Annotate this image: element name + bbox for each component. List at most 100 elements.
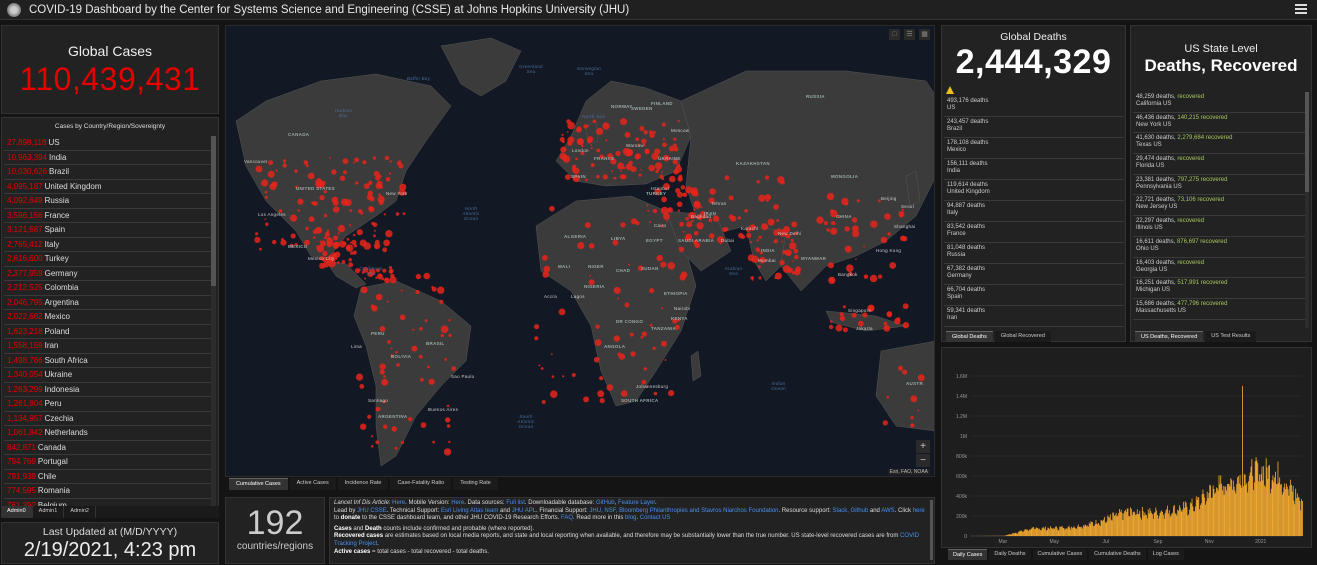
tab-case-fatality-ratio[interactable]: Case-Fatality Ratio xyxy=(390,478,452,490)
case-marker[interactable] xyxy=(336,261,340,264)
chart-bar[interactable] xyxy=(1098,522,1099,536)
case-marker[interactable] xyxy=(829,209,834,214)
case-marker[interactable] xyxy=(348,224,352,227)
case-marker[interactable] xyxy=(561,133,564,136)
chart-bar[interactable] xyxy=(1283,487,1285,536)
case-marker[interactable] xyxy=(862,312,868,318)
chart-bar[interactable] xyxy=(1279,477,1281,536)
country-list-item[interactable]: 1,134,957 Czechia xyxy=(4,412,212,426)
case-marker[interactable] xyxy=(337,224,346,233)
case-marker[interactable] xyxy=(828,324,834,330)
death-list-item[interactable]: 67,382 deaths Germany xyxy=(944,264,1124,285)
case-marker[interactable] xyxy=(342,158,349,165)
case-marker[interactable] xyxy=(620,118,627,126)
death-list-item[interactable]: 119,614 deaths United Kingdom xyxy=(944,180,1124,201)
us-state-item[interactable]: 22,721 deaths, 73,106 recovered New Jerse… xyxy=(1133,195,1305,217)
chart-bar[interactable] xyxy=(1062,528,1064,536)
tab-daily-cases[interactable]: Daily Cases xyxy=(948,549,988,560)
case-marker[interactable] xyxy=(691,219,694,223)
case-marker[interactable] xyxy=(613,286,621,294)
case-marker[interactable] xyxy=(375,440,380,445)
chart-bar[interactable] xyxy=(1066,528,1067,536)
case-marker[interactable] xyxy=(638,173,642,177)
case-marker[interactable] xyxy=(339,175,346,181)
country-list-item[interactable]: 4,092,649 Russia xyxy=(4,194,212,209)
case-marker[interactable] xyxy=(324,262,327,265)
case-marker[interactable] xyxy=(352,233,356,237)
case-marker[interactable] xyxy=(394,446,398,450)
us-state-item[interactable]: 22,297 deaths, recovered Illinois US xyxy=(1133,216,1305,237)
chart-bar[interactable] xyxy=(1296,498,1297,536)
chart-bar[interactable] xyxy=(1044,528,1045,536)
case-marker[interactable] xyxy=(794,254,799,260)
case-marker[interactable] xyxy=(333,235,339,241)
chart-bar[interactable] xyxy=(1243,474,1245,536)
chart-bar[interactable] xyxy=(1231,479,1233,536)
chart-bar[interactable] xyxy=(1043,527,1045,536)
case-marker[interactable] xyxy=(823,221,828,226)
case-marker[interactable] xyxy=(693,200,700,207)
chart-bar[interactable] xyxy=(1280,484,1281,536)
chart-bar[interactable] xyxy=(1048,528,1050,536)
chart-bar[interactable] xyxy=(1212,485,1214,536)
case-marker[interactable] xyxy=(560,146,567,153)
case-marker[interactable] xyxy=(678,246,685,252)
case-marker[interactable] xyxy=(351,239,357,246)
chart-bar[interactable] xyxy=(1260,474,1262,536)
chart-bar[interactable] xyxy=(1059,526,1061,536)
case-marker[interactable] xyxy=(680,185,686,190)
case-marker[interactable] xyxy=(758,194,766,202)
case-marker[interactable] xyxy=(596,174,600,179)
chart-bar[interactable] xyxy=(1072,527,1074,536)
chart-bar[interactable] xyxy=(1121,512,1123,536)
chart-bar[interactable] xyxy=(1216,487,1217,536)
chart-bar[interactable] xyxy=(1012,533,1013,536)
country-list-item[interactable]: 2,616,600 Turkey xyxy=(4,252,212,267)
chart-bar[interactable] xyxy=(1021,531,1023,536)
case-marker[interactable] xyxy=(534,336,539,341)
chart-bar[interactable] xyxy=(1039,528,1040,536)
chart-bar[interactable] xyxy=(1285,489,1286,536)
case-marker[interactable] xyxy=(761,223,765,226)
case-marker[interactable] xyxy=(583,396,590,403)
chart-bar[interactable] xyxy=(1238,483,1240,536)
chart-bar[interactable] xyxy=(1078,526,1080,536)
case-marker[interactable] xyxy=(685,216,689,221)
chart-bar[interactable] xyxy=(1156,510,1158,536)
chart-bar[interactable] xyxy=(1158,515,1160,536)
case-marker[interactable] xyxy=(679,221,684,227)
case-marker[interactable] xyxy=(696,222,704,230)
chart-bar[interactable] xyxy=(1126,508,1128,536)
chart-bar[interactable] xyxy=(1234,490,1236,536)
tab-us-deaths-recovered[interactable]: US Deaths, Recovered xyxy=(1135,331,1204,342)
case-marker[interactable] xyxy=(360,423,367,430)
case-marker[interactable] xyxy=(643,367,647,371)
chart-bar[interactable] xyxy=(1200,505,1201,536)
chart-bar[interactable] xyxy=(1285,483,1287,536)
chart-bar[interactable] xyxy=(1298,497,1300,536)
case-marker[interactable] xyxy=(634,154,640,160)
case-marker[interactable] xyxy=(329,156,331,159)
case-marker[interactable] xyxy=(767,218,775,226)
case-marker[interactable] xyxy=(356,229,363,236)
case-marker[interactable] xyxy=(423,272,431,280)
chart-bar[interactable] xyxy=(1165,510,1167,536)
chart-bar[interactable] xyxy=(1167,505,1169,536)
case-marker[interactable] xyxy=(649,130,653,134)
case-marker[interactable] xyxy=(791,221,798,228)
case-marker[interactable] xyxy=(400,440,404,445)
link-jhu-csse[interactable]: JHU CSSE xyxy=(357,508,387,514)
case-marker[interactable] xyxy=(878,274,883,279)
case-marker[interactable] xyxy=(543,265,551,273)
chart-bar[interactable] xyxy=(1066,528,1068,536)
bookmark-icon[interactable]: □ xyxy=(889,29,900,40)
case-marker[interactable] xyxy=(254,236,261,243)
case-marker[interactable] xyxy=(264,190,268,194)
chart-bar[interactable] xyxy=(1207,498,1209,536)
chart-bar[interactable] xyxy=(1025,529,1027,536)
chart-bar[interactable] xyxy=(1269,493,1271,536)
case-marker[interactable] xyxy=(398,163,404,169)
country-list-item[interactable]: 1,498,766 South Africa xyxy=(4,354,212,368)
chart-bar[interactable] xyxy=(1087,526,1089,536)
chart-bar[interactable] xyxy=(1293,500,1295,536)
